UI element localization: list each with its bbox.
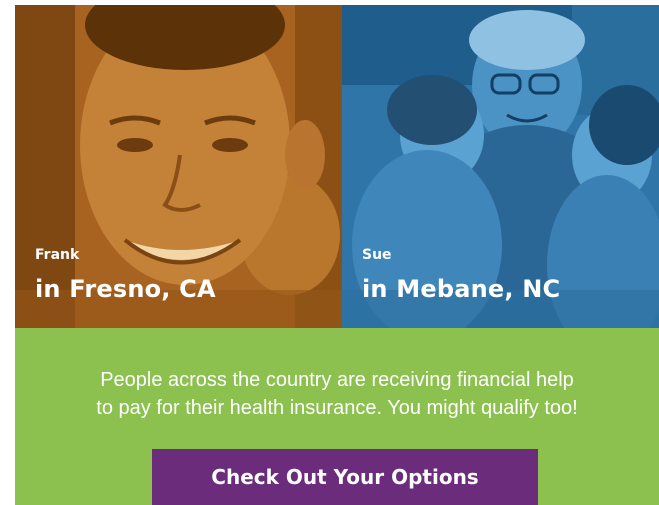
- insurance-ad-banner[interactable]: Frank in Fresno, CA Sue in Mebane, NC Pe…: [15, 5, 659, 505]
- profile-name: Sue: [362, 247, 392, 263]
- profile-card-sue: Sue in Mebane, NC: [342, 5, 659, 328]
- check-options-button[interactable]: Check Out Your Options: [152, 449, 538, 505]
- promo-message-line: People across the country are receiving …: [100, 369, 574, 391]
- profile-name: Frank: [35, 247, 80, 263]
- profile-location: in Mebane, NC: [362, 275, 561, 303]
- promo-message: People across the country are receiving …: [15, 366, 659, 422]
- profile-card-frank: Frank in Fresno, CA: [15, 5, 342, 328]
- profile-location: in Fresno, CA: [35, 275, 216, 303]
- promo-message-line: to pay for their health insurance. You m…: [96, 397, 578, 419]
- info-section: People across the country are receiving …: [15, 328, 659, 505]
